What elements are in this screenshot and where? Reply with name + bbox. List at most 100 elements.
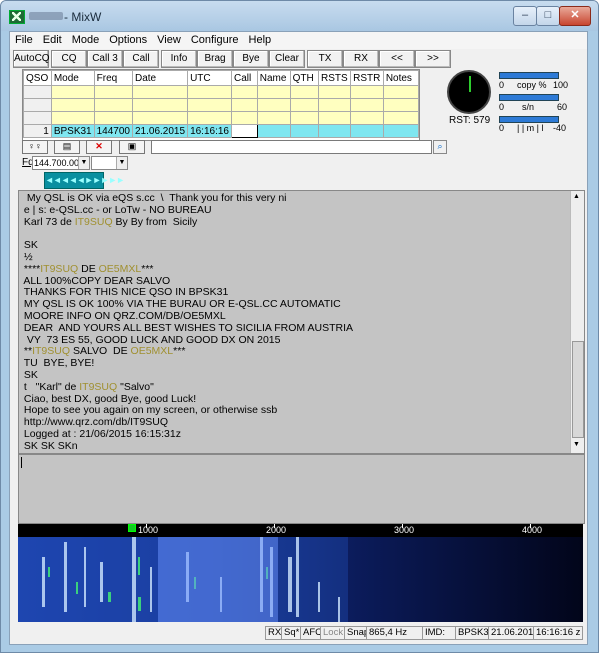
- waterfall-display[interactable]: [18, 537, 583, 622]
- minimize-button[interactable]: –: [513, 6, 537, 26]
- transmit-text-pane[interactable]: [18, 454, 585, 524]
- log-cell[interactable]: [93, 85, 134, 99]
- log-cell[interactable]: [231, 85, 258, 99]
- menu-mode[interactable]: Mode: [67, 32, 105, 46]
- menu-edit[interactable]: Edit: [38, 32, 67, 46]
- log-row[interactable]: [23, 98, 420, 112]
- log-cell[interactable]: [131, 111, 189, 125]
- status-lock[interactable]: Lock: [320, 626, 347, 640]
- log-cell[interactable]: [350, 98, 384, 112]
- bye-button[interactable]: Bye: [233, 50, 269, 68]
- save-icon[interactable]: ▣: [119, 140, 145, 154]
- frequency-select[interactable]: 144.700.000 ▼: [32, 156, 90, 170]
- log-cell[interactable]: [131, 98, 189, 112]
- log-cell[interactable]: [289, 85, 319, 99]
- log-cell[interactable]: [350, 111, 384, 125]
- column-header[interactable]: Notes: [382, 70, 420, 86]
- cq-button[interactable]: CQ: [51, 50, 87, 68]
- next-button[interactable]: >>: [415, 50, 451, 68]
- log-cell[interactable]: [93, 111, 134, 125]
- log-cell[interactable]: [382, 85, 420, 99]
- call-button[interactable]: Call: [123, 50, 159, 68]
- log-cell[interactable]: [256, 124, 291, 138]
- log-cell[interactable]: [187, 98, 232, 112]
- scroll-down-icon[interactable]: ▼: [573, 441, 580, 448]
- column-header[interactable]: RSTR: [350, 70, 384, 86]
- log-cell[interactable]: [256, 85, 291, 99]
- log-row[interactable]: [23, 111, 420, 125]
- log-cell[interactable]: [382, 124, 420, 138]
- log-cell[interactable]: [317, 85, 352, 99]
- rx-button[interactable]: RX: [343, 50, 379, 68]
- log-cell[interactable]: [23, 85, 52, 99]
- info-button[interactable]: Info: [161, 50, 197, 68]
- log-row[interactable]: 1 BPSK31 144700 21.06.2015 16:16:16: [23, 124, 420, 138]
- log-cell[interactable]: [93, 98, 134, 112]
- log-window-icon[interactable]: ▤: [54, 140, 80, 154]
- menu-options[interactable]: Options: [104, 32, 152, 46]
- column-header[interactable]: UTC: [187, 70, 232, 86]
- band-select[interactable]: ▼: [91, 156, 128, 170]
- log-cell[interactable]: [289, 98, 319, 112]
- column-header[interactable]: QTH: [289, 70, 319, 86]
- log-cell[interactable]: [350, 124, 384, 138]
- callsign-lookup-input[interactable]: [151, 140, 432, 154]
- log-cell[interactable]: [350, 85, 384, 99]
- log-cell[interactable]: 144700: [93, 124, 134, 138]
- log-cell[interactable]: [382, 111, 420, 125]
- log-cell[interactable]: 1: [23, 124, 52, 138]
- log-cell[interactable]: [289, 111, 319, 125]
- column-header[interactable]: QSO: [23, 70, 52, 86]
- log-cell[interactable]: [289, 124, 319, 138]
- log-cell[interactable]: 21.06.2015: [131, 124, 189, 138]
- status-mode[interactable]: BPSK31: [455, 626, 494, 640]
- menu-view[interactable]: View: [152, 32, 186, 46]
- receive-text-pane[interactable]: My QSL is OK via eQS s.cc \ Thank you fo…: [18, 190, 585, 454]
- log-cell[interactable]: [231, 111, 258, 125]
- log-cell[interactable]: [23, 111, 52, 125]
- log-cell[interactable]: [50, 85, 95, 99]
- log-cell[interactable]: [256, 111, 291, 125]
- tx-button[interactable]: TX: [307, 50, 343, 68]
- scroll-up-icon[interactable]: ▲: [573, 193, 580, 200]
- log-cell[interactable]: [131, 85, 189, 99]
- column-header[interactable]: Name: [256, 70, 291, 86]
- brag-button[interactable]: Brag: [197, 50, 233, 68]
- log-cell[interactable]: [50, 111, 95, 125]
- receive-scrollbar[interactable]: ▲ ▼: [570, 191, 584, 453]
- column-header[interactable]: Call: [231, 70, 258, 86]
- log-cell[interactable]: [317, 98, 352, 112]
- menu-help[interactable]: Help: [244, 32, 277, 46]
- log-cell[interactable]: [231, 98, 258, 112]
- log-cell[interactable]: BPSK31: [50, 124, 95, 138]
- glasses-icon[interactable]: ♀♀: [22, 140, 48, 154]
- log-row[interactable]: [23, 85, 420, 99]
- log-cell[interactable]: [317, 111, 352, 125]
- log-cell[interactable]: [256, 98, 291, 112]
- search-icon[interactable]: ⌕: [433, 140, 447, 154]
- column-header[interactable]: Freq: [93, 70, 134, 86]
- receive-marker[interactable]: [128, 524, 136, 532]
- log-cell[interactable]: [317, 124, 352, 138]
- delete-icon[interactable]: ✕: [86, 140, 112, 154]
- tuning-arrows[interactable]: ◄◄◄◄◄►►►►►: [44, 172, 125, 189]
- log-cell[interactable]: [187, 85, 232, 99]
- log-cell[interactable]: 16:16:16: [187, 124, 232, 138]
- prev-button[interactable]: <<: [379, 50, 415, 68]
- call3-button[interactable]: Call 3: [87, 50, 123, 68]
- log-cell[interactable]: [187, 111, 232, 125]
- log-cell[interactable]: [50, 98, 95, 112]
- log-cell[interactable]: [231, 124, 258, 138]
- title-bar[interactable]: - MixW – □ ✕: [1, 1, 598, 31]
- menu-configure[interactable]: Configure: [186, 32, 244, 46]
- clear-button[interactable]: Clear: [269, 50, 305, 68]
- log-cell[interactable]: [382, 98, 420, 112]
- close-button[interactable]: ✕: [559, 6, 591, 26]
- autocq-button[interactable]: AutoCQ: [13, 50, 50, 68]
- menu-file[interactable]: File: [10, 32, 38, 46]
- maximize-button[interactable]: □: [536, 6, 560, 26]
- column-header[interactable]: Date: [131, 70, 189, 86]
- column-header[interactable]: RSTS: [317, 70, 352, 86]
- scroll-thumb[interactable]: [572, 341, 584, 438]
- column-header[interactable]: Mode: [50, 70, 95, 86]
